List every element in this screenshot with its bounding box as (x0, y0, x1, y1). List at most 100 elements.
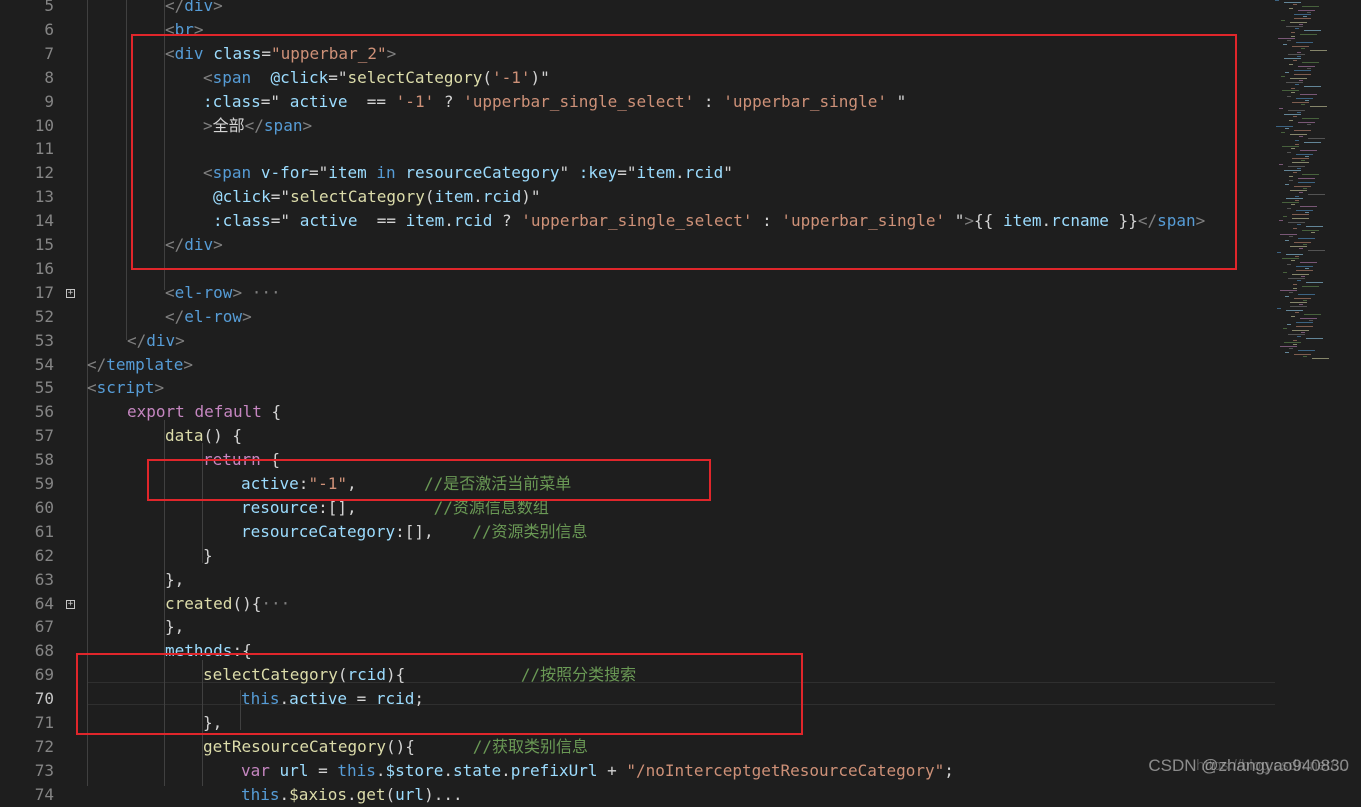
minimap-line (1287, 96, 1291, 97)
minimap-line (1281, 76, 1285, 77)
minimap-line (1286, 82, 1303, 83)
minimap-line (1289, 64, 1293, 65)
minimap-line (1298, 10, 1315, 11)
minimap-line (1295, 200, 1299, 201)
line-number: 57 (34, 426, 54, 446)
line-number: 7 (44, 43, 54, 63)
minimap-line (1291, 316, 1295, 317)
code-line: </div> (127, 329, 185, 353)
code-token: $store (385, 760, 444, 780)
line-number: 54 (34, 354, 54, 374)
code-line: </template> (87, 353, 193, 377)
minimap-line (1296, 210, 1313, 211)
minimap-line (1298, 178, 1315, 179)
minimap-line (1303, 188, 1307, 189)
code-token: resourceCategory (241, 521, 396, 541)
minimap-line (1302, 230, 1319, 231)
minimap-line (1276, 126, 1293, 127)
code-token: //获取类别信息 (472, 736, 589, 756)
minimap-line (1284, 58, 1301, 59)
minimap-line (1296, 322, 1313, 323)
code-token: export (127, 402, 185, 422)
fold-expand-icon[interactable]: + (66, 288, 75, 298)
minimap-line (1288, 222, 1305, 223)
minimap-line (1297, 336, 1301, 337)
minimap-line (1284, 342, 1301, 343)
minimap-line (1294, 18, 1311, 19)
minimap-line (1297, 280, 1301, 281)
minimap-line (1299, 136, 1303, 137)
minimap-line (1303, 356, 1307, 357)
minimap-line (1282, 146, 1299, 147)
minimap-line (1288, 166, 1305, 167)
code-token: </ (87, 354, 107, 374)
line-number: 55 (34, 378, 54, 398)
minimap-line (1311, 232, 1315, 233)
minimap-line (1301, 276, 1305, 277)
minimap-line (1306, 226, 1323, 227)
minimap-line (1282, 258, 1299, 259)
minimap-line (1291, 36, 1295, 37)
code-token: . (279, 784, 290, 804)
minimap-line (1305, 268, 1309, 269)
line-number: 60 (34, 497, 54, 517)
code-token: + (597, 760, 627, 780)
minimap-line (1302, 62, 1319, 63)
code-token: prefixUrl (510, 760, 598, 780)
code-line: </div> (165, 0, 223, 18)
minimap-line (1288, 334, 1305, 335)
minimap-line (1305, 100, 1309, 101)
minimap-line (1302, 286, 1319, 287)
minimap-line (1295, 84, 1299, 85)
code-token: </ (165, 0, 185, 15)
code-line: <el-row> ··· (165, 281, 281, 305)
minimap[interactable] (1275, 0, 1345, 370)
code-token: ; (944, 760, 954, 780)
code-line: var url = this.$store.state.prefixUrl + … (241, 759, 954, 783)
minimap-line (1300, 318, 1317, 319)
minimap-line (1303, 300, 1307, 301)
code-token: } (203, 545, 213, 565)
minimap-line (1304, 314, 1321, 315)
code-token: el-row (184, 306, 243, 326)
minimap-line (1294, 130, 1311, 131)
code-token: created (165, 593, 233, 613)
minimap-line (1291, 260, 1295, 261)
code-token: . (346, 784, 357, 804)
minimap-line (1289, 348, 1293, 349)
code-line: </el-row> (165, 305, 252, 329)
minimap-line (1290, 22, 1307, 23)
minimap-line (1307, 12, 1311, 13)
code-token: //资源类别信息 (472, 521, 588, 541)
code-token: . (443, 760, 453, 780)
minimap-line (1285, 296, 1289, 297)
minimap-line (1304, 86, 1321, 87)
line-number: 72 (34, 736, 54, 756)
minimap-line (1301, 48, 1305, 49)
minimap-line (1283, 44, 1287, 45)
code-line: }, (165, 615, 184, 639)
code-line: resourceCategory:[], //资源类别信息 (241, 520, 587, 544)
minimap-line (1285, 352, 1289, 353)
minimap-line (1292, 214, 1309, 215)
minimap-line (1308, 194, 1325, 195)
minimap-line (1298, 294, 1315, 295)
minimap-line (1294, 354, 1311, 355)
minimap-line (1308, 138, 1325, 139)
fold-expand-icon[interactable]: + (66, 599, 75, 609)
code-line: export default { (127, 400, 281, 424)
minimap-line (1294, 186, 1311, 187)
minimap-line (1300, 34, 1317, 35)
minimap-line (1297, 52, 1301, 53)
minimap-line (1306, 282, 1323, 283)
minimap-line (1296, 270, 1313, 271)
code-token: < (87, 378, 97, 398)
minimap-line (1295, 256, 1299, 257)
csdn-watermark: CSDN @zhangyao940830 (1148, 756, 1349, 775)
line-number: 14 (34, 211, 54, 231)
line-number: 53 (34, 330, 54, 350)
code-token: </ (127, 330, 147, 350)
code-editor[interactable]: 5 6 7 8 9 10 11 12 13 14 15 16 17 52 53 54 55 56 57 58 59 60 6… (0, 0, 1361, 804)
minimap-line (1299, 80, 1303, 81)
code-token: $axios (289, 784, 347, 804)
